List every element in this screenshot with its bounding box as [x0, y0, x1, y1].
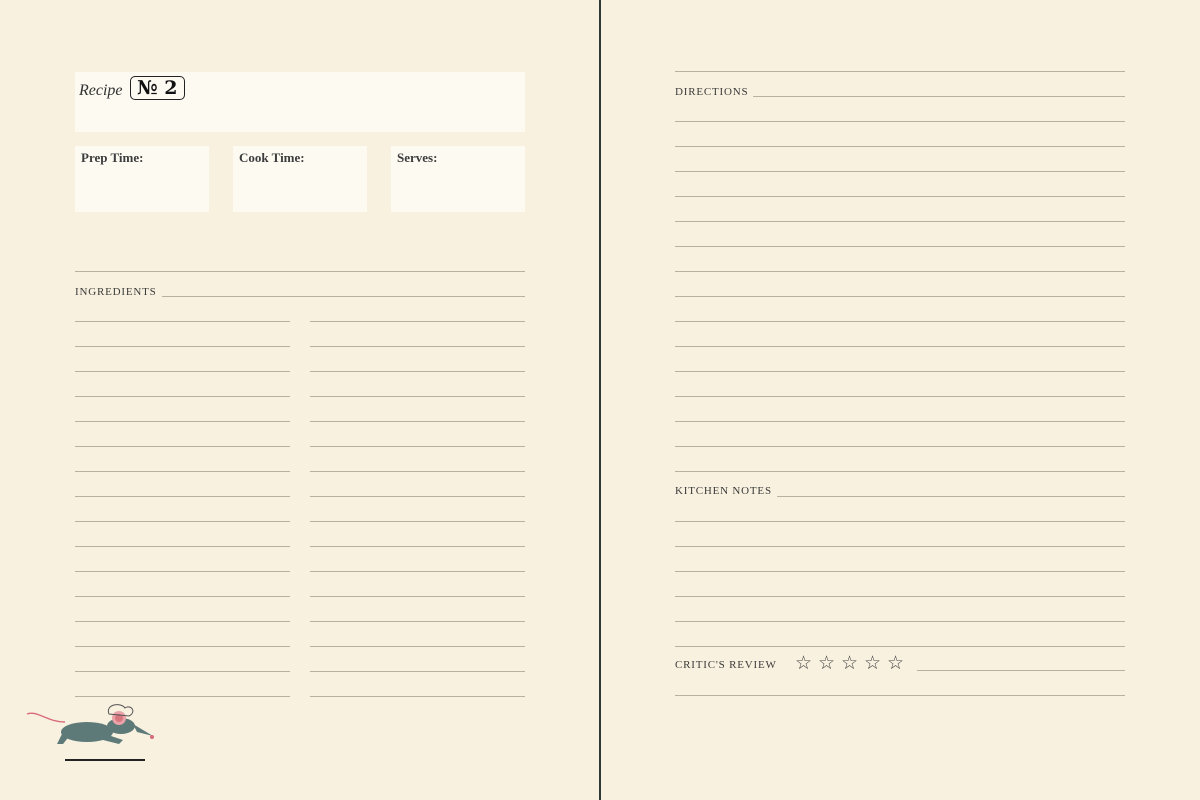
directions-line [675, 296, 1125, 297]
ingredient-line-right [310, 421, 525, 422]
ingredient-line-right [310, 321, 525, 322]
directions-line [675, 346, 1125, 347]
ingredient-line-left [75, 521, 290, 522]
prep-time-field[interactable]: Prep Time: [75, 146, 209, 212]
directions-line [675, 321, 1125, 322]
ingredient-line-right [310, 396, 525, 397]
ingredients-top-rule [75, 271, 525, 272]
directions-line [675, 71, 1125, 72]
ingredient-line-left [75, 371, 290, 372]
ingredient-line-right [310, 671, 525, 672]
ingredient-line-right [310, 521, 525, 522]
recipe-title-box[interactable]: Recipe № 2 [75, 72, 525, 132]
ingredient-line-left [75, 546, 290, 547]
star-icon[interactable]: ☆ [841, 652, 864, 674]
star-icon[interactable]: ☆ [864, 652, 887, 674]
ingredient-line-right [310, 471, 525, 472]
ingredient-line-right [310, 446, 525, 447]
critics-review-line [917, 670, 1125, 671]
serves-field[interactable]: Serves: [391, 146, 525, 212]
cook-time-field[interactable]: Cook Time: [233, 146, 367, 212]
directions-line [675, 471, 1125, 472]
ingredient-line-right [310, 346, 525, 347]
kitchen-notes-line [675, 596, 1125, 597]
directions-line [675, 121, 1125, 122]
directions-line [675, 396, 1125, 397]
kitchen-notes-line [675, 546, 1125, 547]
directions-line [675, 246, 1125, 247]
rating-stars[interactable]: ☆ ☆ ☆ ☆ ☆ [795, 652, 910, 674]
star-icon[interactable]: ☆ [887, 652, 910, 674]
ingredient-line-right [310, 546, 525, 547]
ingredient-line-left [75, 421, 290, 422]
ingredient-line-left [75, 696, 290, 697]
right-page: DIRECTIONS KITCHEN NOTES CRITIC'S REVIEW [601, 0, 1200, 800]
ingredient-line-right [310, 496, 525, 497]
critics-review-bottom-line [675, 695, 1125, 696]
ingredient-line-left [75, 571, 290, 572]
left-page: Recipe № 2 Prep Time: Cook Time: Serves:… [0, 0, 600, 800]
kitchen-notes-line [675, 646, 1125, 647]
ingredient-line-left [75, 646, 290, 647]
directions-line [675, 171, 1125, 172]
mouse-chef-illustration [26, 704, 154, 761]
ingredient-line-right [310, 621, 525, 622]
star-icon[interactable]: ☆ [795, 652, 818, 674]
kitchen-notes-line [675, 521, 1125, 522]
recipe-label: Recipe [79, 82, 123, 99]
directions-line [675, 221, 1125, 222]
ingredient-line-left [75, 621, 290, 622]
ingredient-line-left [75, 596, 290, 597]
ingredient-line-left [75, 446, 290, 447]
ingredient-line-left [75, 671, 290, 672]
ingredient-line-right [310, 696, 525, 697]
directions-line [675, 271, 1125, 272]
ingredient-line-left [75, 496, 290, 497]
directions-line [675, 146, 1125, 147]
critics-review-heading: CRITIC'S REVIEW [675, 659, 782, 671]
kitchen-notes-line [675, 571, 1125, 572]
kitchen-notes-heading: KITCHEN NOTES [675, 485, 777, 497]
ingredient-line-left [75, 321, 290, 322]
cook-time-label: Cook Time: [239, 150, 305, 165]
ingredient-line-right [310, 371, 525, 372]
ingredient-line-left [75, 471, 290, 472]
serves-label: Serves: [397, 150, 438, 165]
directions-line [675, 371, 1125, 372]
directions-line [675, 196, 1125, 197]
ingredient-line-right [310, 571, 525, 572]
recipe-number-badge: № 2 [130, 76, 185, 100]
ingredient-line-left [75, 396, 290, 397]
ingredient-line-right [310, 596, 525, 597]
directions-heading: DIRECTIONS [675, 86, 754, 98]
star-icon[interactable]: ☆ [818, 652, 841, 674]
directions-line [675, 421, 1125, 422]
prep-time-label: Prep Time: [81, 150, 144, 165]
ingredient-line-right [310, 646, 525, 647]
kitchen-notes-line [675, 621, 1125, 622]
ingredients-heading: INGREDIENTS [75, 286, 162, 298]
ingredient-line-left [75, 346, 290, 347]
directions-line [675, 446, 1125, 447]
